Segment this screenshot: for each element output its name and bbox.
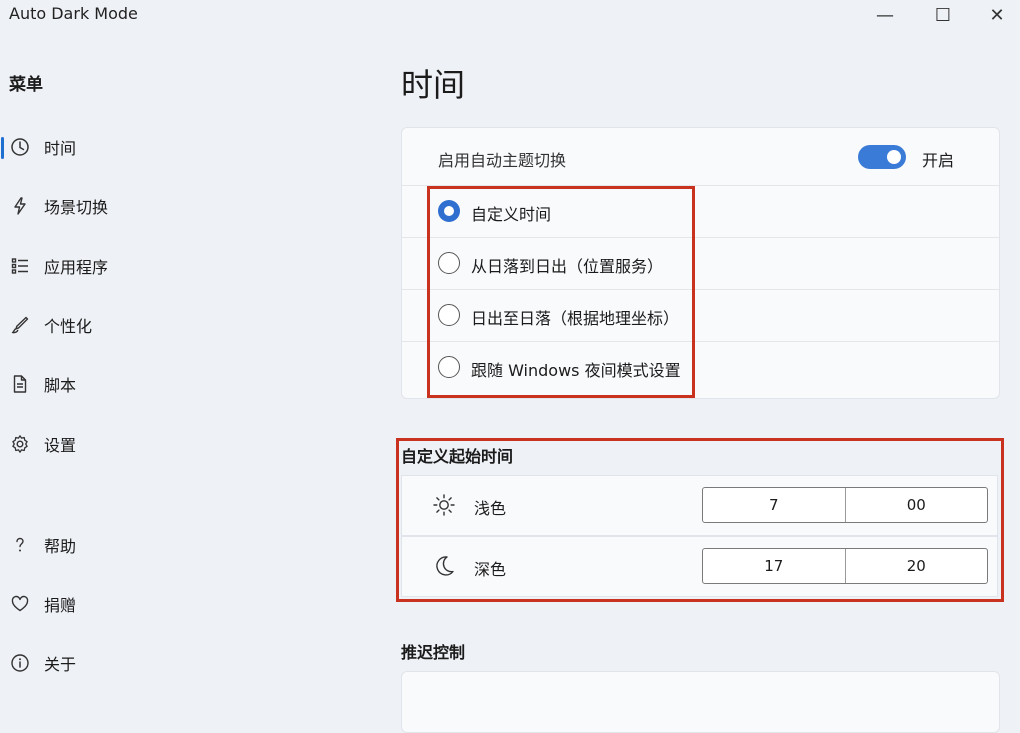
sidebar-item-donate[interactable]: 捐赠 bbox=[0, 584, 360, 624]
page-title: 时间 bbox=[401, 66, 466, 104]
mode-option-windows-night-light[interactable]: 跟随 Windows 夜间模式设置 bbox=[402, 341, 999, 397]
maximize-icon: ☐ bbox=[934, 4, 952, 26]
light-time-row: 浅色 7 00 bbox=[401, 475, 998, 536]
dark-hour-field[interactable]: 17 bbox=[703, 549, 845, 583]
close-button[interactable]: ✕ bbox=[974, 2, 1020, 28]
question-icon bbox=[10, 535, 30, 555]
mode-option-sunset-to-sunrise[interactable]: 从日落到日出（位置服务） bbox=[402, 237, 999, 290]
sidebar-item-label: 个性化 bbox=[44, 317, 93, 336]
light-minute-field[interactable]: 00 bbox=[844, 488, 988, 522]
selection-indicator bbox=[1, 137, 4, 159]
dark-time-row: 深色 17 20 bbox=[401, 536, 998, 597]
sidebar-item-label: 脚本 bbox=[44, 376, 77, 395]
toggle-knob bbox=[887, 150, 901, 164]
radio-sunrise-to-sunset[interactable] bbox=[438, 304, 460, 326]
sidebar-item-label: 设置 bbox=[44, 436, 77, 455]
title-bar: Auto Dark Mode — ☐ ✕ bbox=[0, 0, 1020, 30]
moon-icon bbox=[432, 554, 456, 578]
brush-icon bbox=[10, 315, 30, 335]
toggle-state-label: 开启 bbox=[922, 151, 955, 170]
mode-option-label: 从日落到日出（位置服务） bbox=[471, 257, 664, 276]
auto-theme-row: 启用自动主题切换 开启 bbox=[402, 128, 999, 186]
dark-label: 深色 bbox=[474, 560, 507, 579]
sidebar-item-apps[interactable]: 应用程序 bbox=[0, 246, 360, 286]
document-icon bbox=[10, 374, 30, 394]
radio-sunset-to-sunrise[interactable] bbox=[438, 252, 460, 274]
light-time-picker[interactable]: 7 00 bbox=[702, 487, 988, 523]
sidebar-item-scripts[interactable]: 脚本 bbox=[0, 364, 360, 404]
auto-theme-toggle[interactable] bbox=[858, 145, 906, 169]
list-icon bbox=[10, 256, 30, 276]
sidebar-item-label: 场景切换 bbox=[44, 198, 109, 217]
window-title: Auto Dark Mode bbox=[9, 4, 138, 23]
radio-windows-night-light[interactable] bbox=[438, 356, 460, 378]
sidebar-item-scenes[interactable]: 场景切换 bbox=[0, 186, 360, 226]
sidebar-item-label: 时间 bbox=[44, 139, 77, 158]
sidebar-item-help[interactable]: 帮助 bbox=[0, 525, 360, 565]
delay-control-card bbox=[401, 671, 1000, 733]
main-content: 时间 启用自动主题切换 开启 自定义时间 从日落到日出（位置服务） 日出至日落（… bbox=[380, 30, 1020, 733]
sidebar-item-label: 帮助 bbox=[44, 537, 77, 556]
sidebar-item-label: 应用程序 bbox=[44, 258, 109, 277]
minimize-button[interactable]: — bbox=[862, 2, 908, 28]
mode-option-label: 自定义时间 bbox=[471, 205, 552, 224]
clock-icon bbox=[10, 137, 30, 157]
radio-custom-time[interactable] bbox=[438, 200, 460, 222]
heart-icon bbox=[10, 594, 30, 614]
sidebar-item-label: 捐赠 bbox=[44, 596, 77, 615]
custom-start-title: 自定义起始时间 bbox=[401, 447, 514, 466]
custom-start-card: 浅色 7 00 深色 17 20 bbox=[401, 475, 998, 597]
time-mode-card: 启用自动主题切换 开启 自定义时间 从日落到日出（位置服务） 日出至日落（根据地… bbox=[401, 127, 1000, 399]
mode-option-custom[interactable]: 自定义时间 bbox=[402, 185, 999, 238]
sun-icon bbox=[432, 493, 456, 517]
sidebar: 菜单 时间 场景切换 应用程序 个性化 脚本 设置 帮助 捐赠 关于 bbox=[0, 30, 380, 688]
sidebar-item-settings[interactable]: 设置 bbox=[0, 424, 360, 464]
sidebar-item-time[interactable]: 时间 bbox=[0, 127, 360, 167]
menu-title: 菜单 bbox=[9, 75, 43, 95]
info-icon bbox=[10, 653, 30, 673]
minimize-icon: — bbox=[876, 4, 894, 26]
close-icon: ✕ bbox=[989, 4, 1005, 26]
delay-control-title: 推迟控制 bbox=[401, 643, 466, 662]
auto-theme-label: 启用自动主题切换 bbox=[438, 151, 567, 170]
gear-icon bbox=[10, 434, 30, 454]
light-label: 浅色 bbox=[474, 499, 507, 518]
dark-time-picker[interactable]: 17 20 bbox=[702, 548, 988, 584]
dark-minute-field[interactable]: 20 bbox=[844, 549, 988, 583]
sidebar-item-about[interactable]: 关于 bbox=[0, 643, 360, 683]
lightning-icon bbox=[10, 196, 30, 216]
mode-option-label: 跟随 Windows 夜间模式设置 bbox=[471, 361, 681, 380]
maximize-button[interactable]: ☐ bbox=[920, 2, 966, 28]
mode-option-label: 日出至日落（根据地理坐标） bbox=[471, 309, 680, 328]
sidebar-item-label: 关于 bbox=[44, 655, 77, 674]
sidebar-item-personalization[interactable]: 个性化 bbox=[0, 305, 360, 345]
mode-option-sunrise-to-sunset[interactable]: 日出至日落（根据地理坐标） bbox=[402, 289, 999, 342]
light-hour-field[interactable]: 7 bbox=[703, 488, 845, 522]
